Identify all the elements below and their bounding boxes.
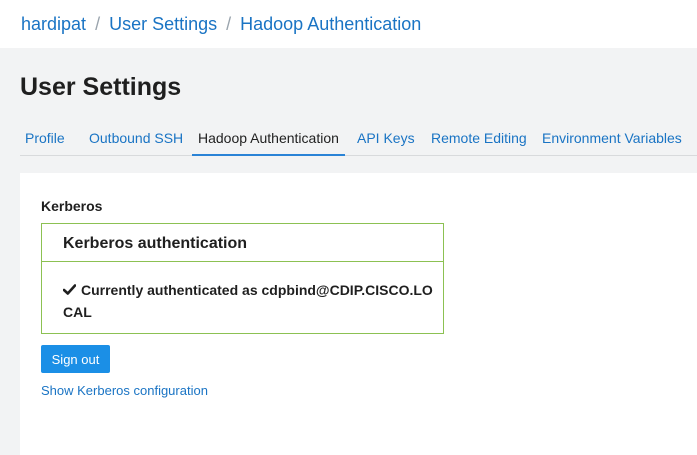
tab-environment-variables[interactable]: Environment Variables: [542, 129, 682, 155]
tab-profile[interactable]: Profile: [25, 129, 65, 155]
tab-api-keys[interactable]: API Keys: [357, 129, 415, 155]
breadcrumb-user-link[interactable]: hardipat: [21, 14, 86, 34]
main-area: User Settings Profile Outbound SSH Hadoo…: [0, 48, 697, 455]
top-bar: hardipat / User Settings / Hadoop Authentica…: [0, 0, 697, 48]
kerberos-section-label: Kerberos: [41, 198, 103, 214]
settings-tabs: Profile Outbound SSH Hadoop Authenticati…: [20, 126, 697, 156]
breadcrumb-separator: /: [226, 14, 232, 34]
show-kerberos-configuration-link[interactable]: Show Kerberos configuration: [41, 383, 208, 398]
sign-out-button[interactable]: Sign out: [41, 345, 110, 373]
check-icon: [62, 279, 77, 301]
tab-outbound-ssh[interactable]: Outbound SSH: [89, 129, 183, 155]
tab-content: Kerberos Kerberos authentication Current…: [20, 173, 697, 455]
kerberos-panel-title: Kerberos authentication: [42, 224, 443, 262]
breadcrumb-user-settings-link[interactable]: User Settings: [109, 14, 217, 34]
kerberos-panel: Kerberos authentication Currently authen…: [41, 223, 444, 334]
tab-remote-editing[interactable]: Remote Editing: [431, 129, 527, 155]
breadcrumb-separator: /: [95, 14, 101, 34]
page-title: User Settings: [20, 73, 182, 101]
breadcrumb: hardipat / User Settings / Hadoop Authentica…: [21, 13, 421, 35]
breadcrumb-current[interactable]: Hadoop Authentication: [240, 14, 421, 34]
status-prefix: Currently authenticated as: [81, 282, 258, 298]
tab-hadoop-authentication[interactable]: Hadoop Authentication: [192, 129, 345, 156]
authentication-status: Currently authenticated as cdpbind@CDIP.…: [62, 279, 433, 323]
